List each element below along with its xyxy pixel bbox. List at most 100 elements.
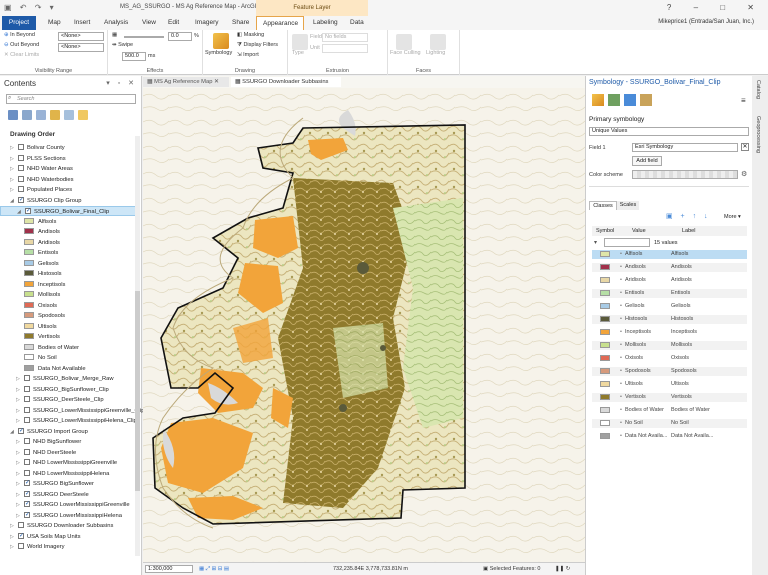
expand-arrow-icon[interactable]: ▷: [16, 395, 24, 405]
class-row[interactable]: • Aridisols Aridisols: [592, 276, 747, 285]
collapse-icon[interactable]: ▾: [594, 239, 597, 246]
layer-item[interactable]: ▷ NHD LowerMississippiHelena: [0, 469, 140, 479]
class-row[interactable]: • Data Not Availa... Data Not Availa...: [592, 432, 747, 441]
expand-arrow-icon[interactable]: ▷: [16, 500, 24, 510]
class-row[interactable]: • Inceptisols Inceptisols: [592, 328, 747, 337]
legend-swatch[interactable]: [24, 249, 34, 256]
layer-item[interactable]: ▷ Populated Places: [0, 185, 140, 195]
more-menu[interactable]: More ▾: [724, 214, 741, 220]
tab-edit[interactable]: Edit: [162, 16, 185, 30]
remove-field-icon[interactable]: ✕: [741, 143, 749, 151]
expand-arrow-icon[interactable]: ▷: [10, 532, 18, 542]
class-row[interactable]: • Andisols Andisols: [592, 263, 747, 272]
advanced-symbology-icon[interactable]: [640, 94, 652, 106]
visibility-checkbox[interactable]: [24, 406, 30, 413]
tab-share[interactable]: Share: [226, 16, 255, 30]
tab-labeling[interactable]: Labeling: [307, 16, 344, 30]
heading-input[interactable]: [604, 238, 650, 247]
scrollbar-thumb[interactable]: [135, 291, 140, 491]
class-row[interactable]: • Ultisols Ultisols: [592, 380, 747, 389]
settings-gear-icon[interactable]: ⚙: [741, 170, 747, 178]
navigation-tools[interactable]: ▦ ⤢ ⊞ ⊟ ▤: [199, 563, 229, 575]
layer-item[interactable]: ▷ SSURGO_DeerSteele_Clip: [0, 395, 140, 405]
in-beyond-button[interactable]: ⊕ In Beyond: [4, 32, 35, 38]
tab-appearance[interactable]: Appearance: [256, 16, 304, 30]
visibility-checkbox[interactable]: [18, 144, 24, 151]
tab-insert[interactable]: Insert: [68, 16, 96, 30]
color-scheme-select[interactable]: [632, 170, 738, 179]
expand-arrow-icon[interactable]: ▷: [16, 490, 24, 500]
legend-swatch[interactable]: [24, 301, 34, 308]
layer-item[interactable]: ▷ NHD BigSunflower: [0, 437, 140, 447]
list-by-selection-icon[interactable]: [36, 110, 46, 120]
class-tools[interactable]: ▣ + ↑ ↓: [666, 212, 711, 220]
visibility-checkbox[interactable]: ✓: [24, 501, 30, 508]
visibility-checkbox[interactable]: [24, 469, 30, 476]
map-tab-ms-ag-reference[interactable]: ▦ MS Ag Reference Map ✕: [143, 77, 229, 87]
menu-icon[interactable]: ≡: [741, 96, 746, 105]
visibility-checkbox[interactable]: [24, 375, 30, 382]
window-controls[interactable]: ? – □ ✕: [667, 3, 764, 12]
visibility-checkbox[interactable]: ✓: [18, 196, 24, 203]
list-by-editing-icon[interactable]: [50, 110, 60, 120]
symbology-button[interactable]: Symbology: [205, 50, 232, 56]
layer-item[interactable]: ▷ NHD DeerSteele: [0, 448, 140, 458]
symbology-method-select[interactable]: Unique Values: [589, 127, 749, 136]
tab-data[interactable]: Data: [344, 16, 370, 30]
expand-arrow-icon[interactable]: ◢: [10, 427, 18, 437]
soil-map-drawing[interactable]: [143, 88, 585, 562]
legend-swatch[interactable]: [24, 228, 34, 235]
class-label[interactable]: Alfisols: [671, 250, 688, 259]
visibility-checkbox[interactable]: [24, 385, 30, 392]
class-symbol-swatch[interactable]: [600, 381, 610, 387]
tab-map[interactable]: Map: [42, 16, 67, 30]
class-label[interactable]: Aridisols: [671, 276, 692, 285]
clear-limits-button[interactable]: ✕ Clear Limits: [4, 52, 39, 58]
layer-item[interactable]: ▷ SSURGO Downloader Subbasins: [0, 521, 140, 531]
legend-swatch[interactable]: [24, 354, 34, 361]
expand-arrow-icon[interactable]: ▷: [10, 521, 18, 531]
legend-swatch[interactable]: [24, 312, 34, 319]
expand-arrow-icon[interactable]: ▷: [16, 406, 24, 416]
import-button[interactable]: ⇲ Import: [237, 52, 259, 58]
class-label[interactable]: Histosols: [671, 315, 693, 324]
list-by-data-source-icon[interactable]: [22, 110, 32, 120]
layer-item[interactable]: ▷ NHD Waterbodies: [0, 175, 140, 185]
class-symbol-swatch[interactable]: [600, 394, 610, 400]
tab-scales[interactable]: Scales: [617, 201, 639, 210]
class-label[interactable]: Oxisols: [671, 354, 689, 363]
map-canvas[interactable]: [143, 88, 585, 562]
visibility-checkbox[interactable]: ✓: [24, 490, 30, 497]
layer-item[interactable]: ▷ World Imagery: [0, 542, 140, 552]
legend-swatch[interactable]: [24, 238, 34, 245]
lighting-button[interactable]: Lighting: [426, 50, 445, 56]
expand-arrow-icon[interactable]: ▷: [16, 385, 24, 395]
layer-item[interactable]: ▷ SSURGO_LowerMississippiGreenville_Clip: [0, 406, 144, 416]
in-beyond-scale-combo[interactable]: <None>: [58, 32, 104, 41]
class-row[interactable]: • Mollisols Mollisols: [592, 341, 747, 350]
class-symbol-swatch[interactable]: [600, 277, 610, 283]
primary-symbology-icon[interactable]: [592, 94, 604, 106]
legend-swatch[interactable]: [24, 291, 34, 298]
class-label[interactable]: Mollisols: [671, 341, 692, 350]
list-by-drawing-order-icon[interactable]: [8, 110, 18, 120]
class-symbol-swatch[interactable]: [600, 407, 610, 413]
expand-arrow-icon[interactable]: ◢: [17, 207, 25, 217]
face-culling-icon[interactable]: [396, 34, 412, 50]
class-symbol-swatch[interactable]: [600, 433, 610, 439]
layer-item[interactable]: ▷ ✓ SSURGO BigSunflower: [0, 479, 140, 489]
expand-arrow-icon[interactable]: ▷: [16, 416, 24, 426]
visibility-checkbox[interactable]: ✓: [24, 480, 30, 487]
expand-arrow-icon[interactable]: ▷: [10, 164, 18, 174]
expand-arrow-icon[interactable]: ▷: [10, 143, 18, 153]
legend-swatch[interactable]: [24, 364, 34, 371]
tab-imagery[interactable]: Imagery: [189, 16, 224, 30]
layer-item[interactable]: ▷ ✓ SSURGO DeerSteele: [0, 490, 140, 500]
class-symbol-swatch[interactable]: [600, 420, 610, 426]
class-row[interactable]: • Entisols Entisols: [592, 289, 747, 298]
legend-swatch[interactable]: [24, 333, 34, 340]
class-symbol-swatch[interactable]: [600, 329, 610, 335]
tab-classes[interactable]: Classes: [589, 201, 617, 210]
class-label[interactable]: Andisols: [671, 263, 692, 272]
visibility-checkbox[interactable]: ✓: [18, 532, 24, 539]
